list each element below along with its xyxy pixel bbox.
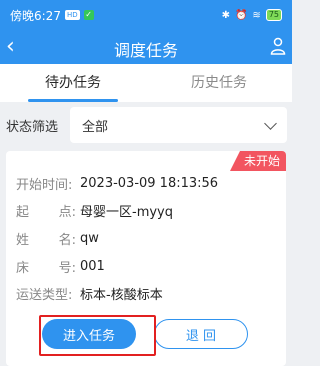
origin-label: 起点:	[16, 204, 76, 220]
task-card: 未开始 开始时间: 2023-03-09 18:13:56 起点: 母婴一区-m…	[6, 151, 286, 366]
tab-pending-tasks[interactable]: 待办任务	[0, 64, 146, 102]
name-label: 姓名:	[16, 232, 76, 248]
status-filter-select[interactable]: 全部	[70, 107, 287, 143]
bed-row: 床号: 001	[16, 256, 105, 276]
bed-label: 床号:	[16, 260, 76, 276]
user-icon[interactable]	[270, 37, 286, 55]
start-time-row: 开始时间: 2023-03-09 18:13:56	[16, 173, 218, 193]
name-value: qw	[80, 230, 99, 246]
nav-bar: ‹ 调度任务	[0, 30, 292, 64]
transport-type-value: 标本-核酸标本	[80, 287, 163, 303]
start-time-value: 2023-03-09 18:13:56	[80, 175, 219, 191]
wifi-icon: ≋	[252, 9, 261, 21]
status-bar: 傍晚6:27 HD ✓ ✱ ⏰ ≋ 75	[0, 0, 292, 30]
return-button[interactable]: 退 回	[154, 319, 248, 349]
status-time: 傍晚6:27	[10, 8, 61, 23]
page-title: 调度任务	[113, 41, 178, 60]
tab-history-tasks[interactable]: 历史任务	[146, 64, 292, 102]
origin-row: 起点: 母婴一区-myyq	[16, 200, 173, 220]
status-filter-value: 全部	[82, 119, 109, 135]
tab-bar: 待办任务 历史任务	[0, 64, 292, 102]
transport-type-label: 运送类型:	[16, 287, 73, 303]
name-row: 姓名: qw	[16, 228, 99, 248]
status-bar-left: 傍晚6:27 HD ✓	[10, 7, 94, 24]
origin-value: 母婴一区-myyq	[80, 204, 173, 220]
chevron-down-icon	[264, 116, 277, 130]
bed-value: 001	[80, 258, 105, 274]
status-bar-right: ✱ ⏰ ≋ 75	[222, 9, 282, 21]
hd-icon: HD	[64, 10, 80, 20]
transport-type-row: 运送类型: 标本-核酸标本	[16, 283, 163, 303]
app-notification-icon: ✓	[83, 10, 94, 20]
status-filter-row: 状态筛选 全部	[0, 102, 292, 148]
battery-icon: 75	[265, 9, 282, 21]
enter-task-button[interactable]: 进入任务	[42, 319, 136, 349]
alarm-icon: ⏰	[234, 9, 248, 21]
start-time-label: 开始时间:	[16, 177, 73, 193]
status-badge: 未开始	[229, 151, 286, 171]
bluetooth-icon: ✱	[221, 9, 230, 21]
status-filter-label: 状态筛选	[6, 119, 59, 135]
